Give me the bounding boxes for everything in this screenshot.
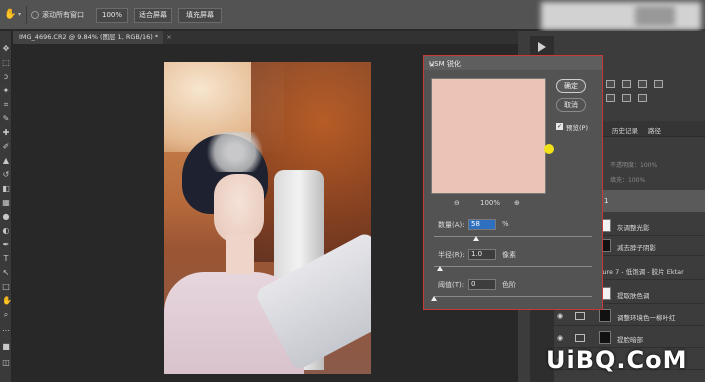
scroll-all-windows-label: 滚动所有窗口: [42, 11, 84, 19]
site-watermark: UiBQ.CoM: [546, 346, 688, 374]
layer-name: 减去脖子阴影: [617, 244, 656, 252]
canvas-image[interactable]: [164, 62, 371, 374]
photo-figure-neck: [226, 234, 254, 274]
threshold-slider-track[interactable]: [434, 296, 592, 297]
layer-name: 提取肤色调: [617, 292, 650, 300]
blurred-region: [635, 6, 675, 26]
more-tools-icon[interactable]: ⋯: [2, 327, 10, 335]
radius-slider-track[interactable]: [434, 266, 592, 267]
document-tab[interactable]: IMG_4696.CR2 @ 9.84% (图层 1, RGB/16) * ×: [13, 31, 172, 44]
gradient-tool-icon[interactable]: ▦: [2, 199, 10, 207]
tab-history[interactable]: 历史记录: [612, 125, 638, 135]
layer-name: 1: [604, 197, 609, 205]
close-icon[interactable]: ×: [429, 59, 597, 71]
pen-tool-icon[interactable]: ✒: [2, 241, 10, 249]
brush-tool-icon[interactable]: ✐: [2, 143, 10, 151]
fill-screen-button[interactable]: 填充屏幕: [178, 8, 222, 23]
preview-checkbox[interactable]: ✓: [556, 123, 563, 130]
adjustment-icon[interactable]: [654, 80, 663, 88]
tools-panel: ✥ ⬚ ↄ ✦ ⌗ ✎ ✚ ✐ ▲ ↺ ◧ ▦ ● ◐ ✒ T ↖ □ ✋ ⌕ …: [0, 31, 12, 382]
color-swatch-icon[interactable]: ■: [2, 343, 10, 351]
blur-tool-icon[interactable]: ●: [2, 213, 10, 221]
hand-tool-icon[interactable]: ✋: [2, 297, 12, 305]
dodge-tool-icon[interactable]: ◐: [2, 227, 10, 235]
eraser-tool-icon[interactable]: ◧: [2, 185, 10, 193]
photo-hair-ornament: [200, 132, 270, 172]
filter-preview[interactable]: [431, 78, 546, 194]
cancel-button[interactable]: 取消: [556, 98, 586, 112]
play-icon[interactable]: [538, 42, 546, 52]
amount-slider-thumb[interactable]: [473, 236, 479, 241]
zoom-tool-icon[interactable]: ⌕: [2, 311, 10, 319]
adjustment-icons: [600, 78, 704, 108]
threshold-field[interactable]: 0: [468, 279, 496, 290]
adjustment-layer-icon: [575, 334, 585, 342]
divider: [26, 6, 27, 24]
radius-unit: 像素: [502, 251, 516, 259]
magic-wand-tool-icon[interactable]: ✦: [2, 87, 10, 95]
path-select-icon[interactable]: ↖: [2, 269, 10, 277]
amount-slider-track[interactable]: [434, 236, 592, 237]
amount-unit: %: [502, 220, 509, 228]
marquee-tool-icon[interactable]: ⬚: [2, 59, 10, 67]
eye-icon[interactable]: ◉: [557, 312, 565, 320]
mouse-cursor-highlight: [544, 144, 554, 154]
layer-row[interactable]: ◉ 提脸暗部: [553, 328, 705, 348]
shape-tool-icon[interactable]: □: [2, 283, 10, 291]
type-tool-icon[interactable]: T: [2, 255, 10, 263]
zoom-in-icon[interactable]: ⊕: [514, 199, 520, 207]
zoom-100-button[interactable]: 100%: [96, 8, 128, 23]
tab-paths[interactable]: 路径: [648, 125, 661, 135]
healing-tool-icon[interactable]: ✚: [2, 129, 10, 137]
chevron-down-icon[interactable]: ▾: [18, 11, 21, 18]
move-tool-icon[interactable]: ✥: [2, 45, 10, 53]
opacity-field[interactable]: 不透明度：100%: [610, 160, 700, 170]
quick-mask-icon[interactable]: ◫: [2, 359, 10, 367]
eye-icon[interactable]: ◉: [557, 334, 565, 342]
radius-field[interactable]: 1.0: [468, 249, 496, 260]
zoom-out-icon[interactable]: ⊖: [454, 199, 460, 207]
preview-label: 预览(P): [566, 124, 588, 132]
layer-thumbnail: [599, 309, 611, 322]
ok-button[interactable]: 确定: [556, 79, 586, 93]
usm-sharpen-dialog: USM 锐化 × 确定 取消 ✓ 预览(P) ⊖ 100% ⊕ 数量(A): 5…: [423, 55, 603, 310]
radius-slider-thumb[interactable]: [437, 266, 443, 271]
amount-label: 数量(A):: [438, 221, 465, 229]
stamp-tool-icon[interactable]: ▲: [2, 157, 10, 165]
document-tab-bar: IMG_4696.CR2 @ 9.84% (图层 1, RGB/16) * ×: [13, 31, 518, 44]
layer-name: 灰调整光影: [617, 224, 650, 232]
fit-screen-button[interactable]: 适合屏幕: [134, 8, 172, 23]
adjustment-icon[interactable]: [638, 80, 647, 88]
layer-name: 提脸暗部: [617, 336, 643, 344]
lasso-tool-icon[interactable]: ↄ: [2, 73, 10, 81]
fill-field[interactable]: 填充：100%: [610, 175, 700, 185]
amount-field[interactable]: 58: [468, 219, 496, 230]
radius-label: 半径(R):: [438, 251, 465, 259]
preview-zoom-value: 100%: [480, 199, 501, 207]
history-brush-icon[interactable]: ↺: [2, 171, 10, 179]
adjustment-icon[interactable]: [622, 80, 631, 88]
layer-name: 调整环境色一柳叶红: [617, 314, 676, 322]
adjustment-icon[interactable]: [606, 94, 615, 102]
scroll-all-windows-checkbox[interactable]: [31, 11, 39, 19]
threshold-slider-thumb[interactable]: [431, 296, 437, 301]
eyedropper-tool-icon[interactable]: ✎: [2, 115, 10, 123]
dialog-titlebar[interactable]: USM 锐化 ×: [424, 56, 602, 70]
adjustment-icon[interactable]: [606, 80, 615, 88]
layer-thumbnail: [599, 331, 611, 344]
close-icon[interactable]: ×: [166, 33, 171, 41]
layer-name: osure 7 - 低饱调 - 胶片 Ektar: [595, 268, 684, 276]
document-tab-title: IMG_4696.CR2 @ 9.84% (图层 1, RGB/16) *: [19, 33, 159, 41]
crop-tool-icon[interactable]: ⌗: [2, 101, 10, 109]
blurred-region: [541, 2, 701, 30]
threshold-label: 阈值(T):: [438, 281, 465, 289]
adjustment-layer-icon: [575, 312, 585, 320]
threshold-unit: 色阶: [502, 281, 516, 289]
adjustment-icon[interactable]: [622, 94, 631, 102]
hand-icon[interactable]: ✋: [4, 9, 16, 21]
options-bar: ✋ ▾ 滚动所有窗口 100% 适合屏幕 填充屏幕: [0, 0, 705, 30]
adjustment-icon[interactable]: [638, 94, 647, 102]
